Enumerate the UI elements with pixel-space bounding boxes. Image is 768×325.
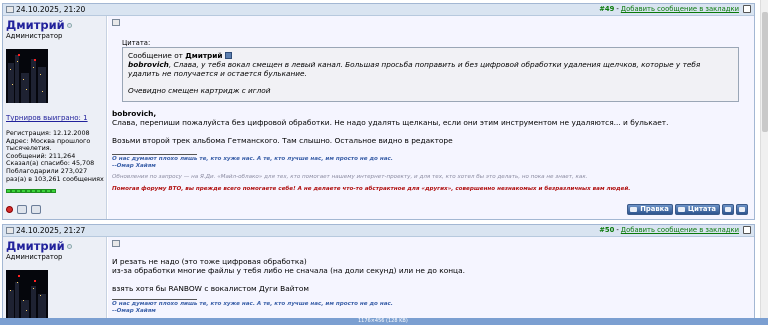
signature-quote: О нас думают плохо лишь те, кто хуже нас… xyxy=(112,156,393,162)
multi-select-checkbox[interactable] xyxy=(743,226,751,234)
post-message: Цитата: Сообщение от Дмитрий bobrovich, … xyxy=(108,16,754,219)
tournaments-won-link[interactable]: Турниров выиграно: 1 xyxy=(6,114,88,122)
username[interactable]: Дмитрий xyxy=(6,18,72,32)
post-header: 24.10.2025, 21:20 #49 - Добавить сообщен… xyxy=(3,4,754,16)
post-text: из-за обработки многие файлы у тебя либо… xyxy=(112,266,465,275)
post-icon xyxy=(112,19,120,26)
post-icon xyxy=(112,240,120,247)
user-info-panel: Дмитрий Администратор Турниров выиграно:… xyxy=(3,16,107,219)
user-icons xyxy=(6,205,41,214)
quote-footer: Очевидно смещен картридж с иглой xyxy=(128,86,271,95)
avatar[interactable] xyxy=(6,270,48,325)
quote-author: Сообщение от Дмитрий xyxy=(128,51,733,60)
post-icon xyxy=(6,6,14,13)
username[interactable]: Дмитрий xyxy=(6,239,72,253)
signature-appeal: Помогая форуму ВТО, вы прежде всего помо… xyxy=(112,186,631,192)
reply-text: Возьми второй трек альбома Гетманского. … xyxy=(112,136,453,145)
quote-block: Сообщение от Дмитрий bobrovich, Слава, у… xyxy=(122,47,739,102)
report-icon[interactable] xyxy=(31,205,41,214)
jump-to-quote-icon[interactable] xyxy=(224,52,232,59)
multiquote-icon[interactable] xyxy=(722,204,734,215)
forum-thread: 24.10.2025, 21:20 #49 - Добавить сообщен… xyxy=(0,0,768,325)
post-message: И резать не надо (это тоже цифровая обра… xyxy=(108,237,754,325)
vertical-scrollbar[interactable] xyxy=(760,0,768,325)
reputation-icon[interactable] xyxy=(17,205,27,214)
user-stats: Регистрация: 12.12.2008 Адрес: Москва пр… xyxy=(6,129,104,183)
multi-select-checkbox[interactable] xyxy=(743,5,751,13)
image-viewer-status-bar: 1176×456 (128 KB) xyxy=(0,318,768,325)
image-dimensions: 1176×456 (128 KB) xyxy=(358,318,408,324)
online-status-icon xyxy=(66,243,72,249)
edit-button[interactable]: Правка xyxy=(627,204,673,215)
post-header-actions: #49 - Добавить сообщение в закладки xyxy=(599,5,751,13)
post-header-actions: #50 - Добавить сообщение в закладки xyxy=(599,226,751,234)
post-text: И резать не надо (это тоже цифровая обра… xyxy=(112,257,307,266)
user-role: Администратор xyxy=(6,32,63,40)
post-buttons: Правка Цитата xyxy=(627,204,748,215)
signature-divider xyxy=(112,299,197,300)
user-info-panel: Дмитрий Администратор xyxy=(3,237,107,325)
quote-label: Цитата: xyxy=(122,39,151,47)
bookmark-link[interactable]: Добавить сообщение в закладки xyxy=(621,226,739,234)
reply-addressee: bobrovich, xyxy=(112,109,157,118)
post-date: 24.10.2025, 21:20 xyxy=(6,5,85,14)
post-50: 24.10.2025, 21:27 #50 - Добавить сообщен… xyxy=(2,224,755,325)
online-status-icon xyxy=(66,22,72,28)
avatar[interactable] xyxy=(6,49,48,103)
signature-author: --Омар Хайям xyxy=(112,308,156,314)
quote-text: bobrovich, Слава, у тебя вокал смещен в … xyxy=(128,60,701,78)
user-role: Администратор xyxy=(6,253,63,261)
reputation-bar xyxy=(6,189,56,193)
scrollbar-thumb[interactable] xyxy=(762,12,768,132)
bookmark-link[interactable]: Добавить сообщение в закладки xyxy=(621,5,739,13)
post-text: взять хотя бы RANBOW с вокалистом Дуги В… xyxy=(112,284,309,293)
post-49: 24.10.2025, 21:20 #49 - Добавить сообщен… xyxy=(2,3,755,220)
reply-text: Слава, перепиши пожалуйста без цифровой … xyxy=(112,118,669,127)
signature-divider xyxy=(112,154,197,155)
quick-reply-icon[interactable] xyxy=(736,204,748,215)
signature-note: Обновления по запросу — на Я.Ди. «Майл-о… xyxy=(112,174,588,180)
post-date: 24.10.2025, 21:27 xyxy=(6,226,85,235)
offline-status-icon xyxy=(6,206,13,213)
post-number[interactable]: #49 xyxy=(599,5,614,13)
post-number[interactable]: #50 xyxy=(599,226,614,234)
post-icon xyxy=(6,227,14,234)
post-header: 24.10.2025, 21:27 #50 - Добавить сообщен… xyxy=(3,225,754,237)
signature-author: --Омар Хайям xyxy=(112,163,156,169)
signature-quote: О нас думают плохо лишь те, кто хуже нас… xyxy=(112,301,393,307)
quote-button[interactable]: Цитата xyxy=(674,204,720,215)
